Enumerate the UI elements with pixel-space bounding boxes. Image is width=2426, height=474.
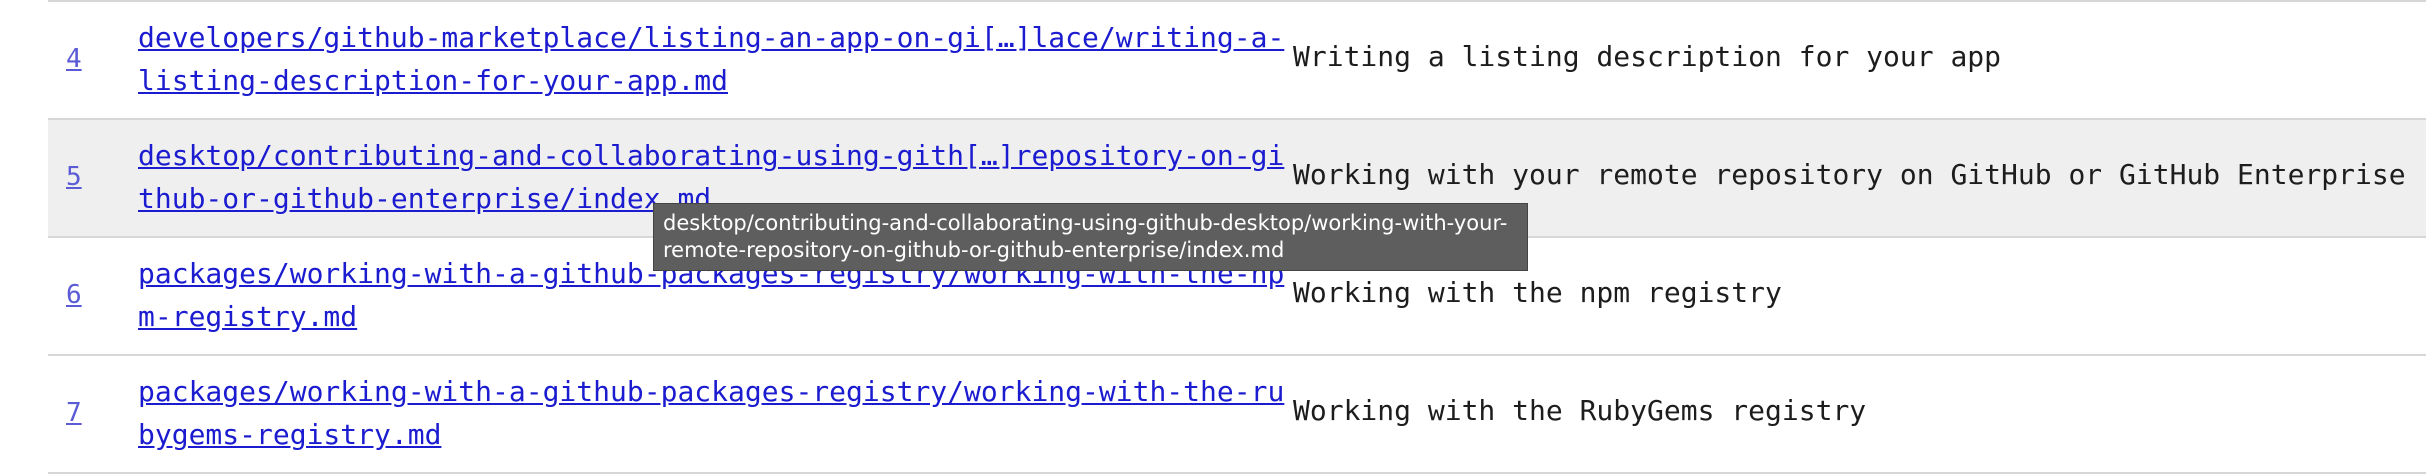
row-number-link[interactable]: 6 bbox=[66, 280, 82, 310]
row-number-link[interactable]: 7 bbox=[66, 398, 82, 428]
page-title-cell: Working with your remote repository on G… bbox=[1293, 158, 2406, 191]
row-number-link[interactable]: 5 bbox=[66, 162, 82, 192]
file-path-link[interactable]: packages/working-with-a-github-packages-… bbox=[138, 370, 1298, 456]
link-tooltip: desktop/contributing-and-collaborating-u… bbox=[653, 203, 1528, 271]
page-title-cell: Working with the npm registry bbox=[1293, 276, 1782, 309]
table-row: 7 packages/working-with-a-github-package… bbox=[48, 356, 2426, 474]
file-path-link[interactable]: developers/github-marketplace/listing-an… bbox=[138, 16, 1298, 102]
page-title-cell: Working with the RubyGems registry bbox=[1293, 394, 1867, 427]
row-number-link[interactable]: 4 bbox=[66, 44, 82, 74]
page-title-cell: Writing a listing description for your a… bbox=[1293, 40, 2002, 73]
table-row: 4 developers/github-marketplace/listing-… bbox=[48, 2, 2426, 120]
